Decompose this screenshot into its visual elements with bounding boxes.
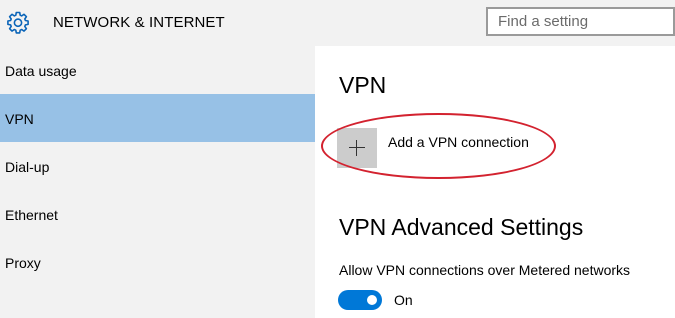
main-content: VPN Add a VPN connection VPN Advanced Se… bbox=[315, 46, 675, 318]
plus-icon bbox=[337, 128, 377, 168]
sidebar-item-label: Ethernet bbox=[5, 207, 58, 223]
plus-icon-bar-vertical bbox=[356, 140, 357, 156]
page-title: NETWORK & INTERNET bbox=[53, 14, 225, 31]
sidebar-item-vpn[interactable]: VPN bbox=[0, 94, 315, 142]
search-box[interactable] bbox=[486, 7, 675, 36]
sidebar-item-proxy[interactable]: Proxy bbox=[0, 238, 315, 286]
vpn-heading: VPN bbox=[339, 72, 387, 98]
plus-icon-bar-horizontal bbox=[349, 147, 365, 148]
sidebar-item-ethernet[interactable]: Ethernet bbox=[0, 190, 315, 238]
add-vpn-connection-label: Add a VPN connection bbox=[388, 134, 529, 150]
metered-toggle[interactable] bbox=[338, 290, 382, 310]
sidebar-item-data-usage[interactable]: Data usage bbox=[0, 46, 315, 94]
sidebar-item-label: Data usage bbox=[5, 63, 77, 79]
gear-icon[interactable] bbox=[6, 10, 30, 34]
app-header: NETWORK & INTERNET bbox=[0, 0, 675, 46]
metered-setting-label: Allow VPN connections over Metered netwo… bbox=[339, 262, 631, 278]
search-input[interactable] bbox=[488, 9, 673, 34]
sidebar-item-dial-up[interactable]: Dial-up bbox=[0, 142, 315, 190]
toggle-state-label: On bbox=[394, 292, 413, 308]
sidebar-item-label: VPN bbox=[5, 111, 34, 127]
sidebar-item-label: Dial-up bbox=[5, 159, 50, 175]
toggle-knob bbox=[367, 295, 377, 305]
vpn-advanced-heading: VPN Advanced Settings bbox=[339, 214, 584, 240]
sidebar-item-label: Proxy bbox=[5, 255, 41, 271]
sidebar: Data usage VPN Dial-up Ethernet Proxy bbox=[0, 46, 315, 318]
add-vpn-connection-button[interactable]: Add a VPN connection bbox=[337, 128, 547, 168]
